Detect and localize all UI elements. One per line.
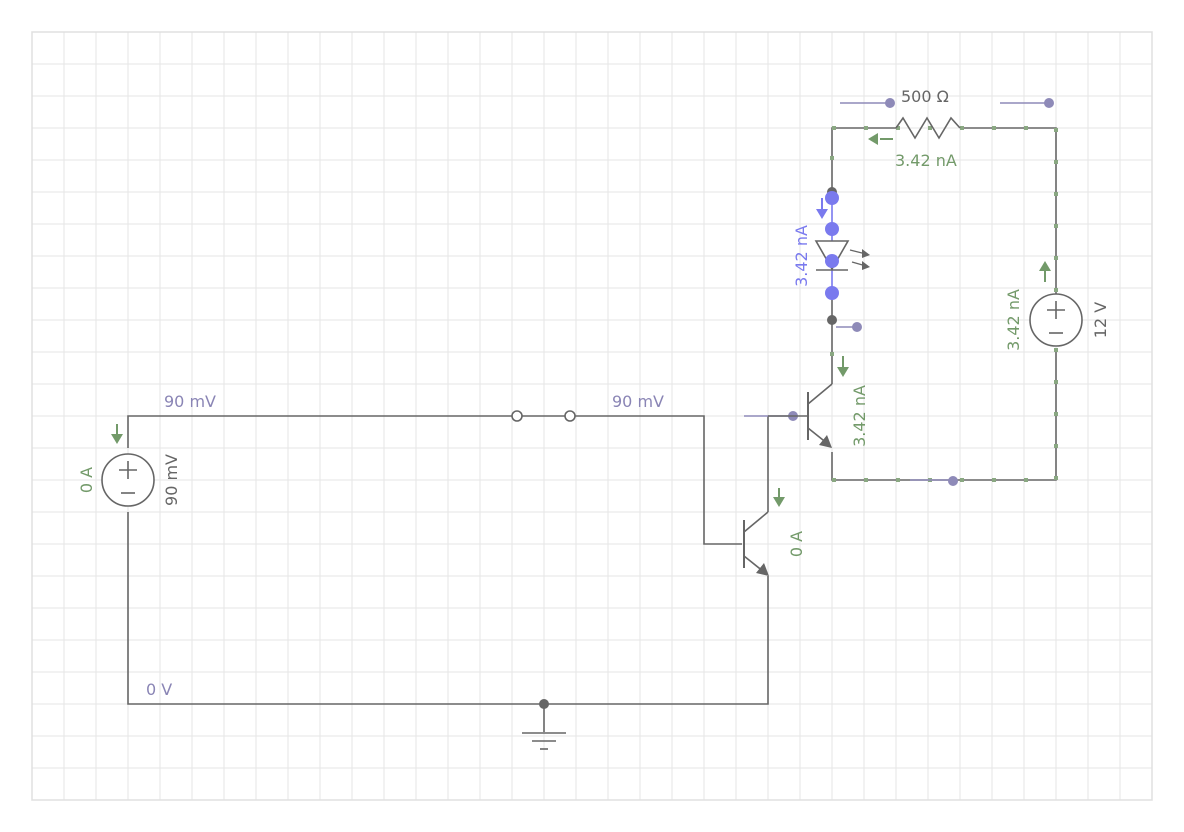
current-arrow-icon [773, 488, 785, 507]
circuit-canvas[interactable]: 90 mV 90 mV 0 V 500 Ω 3.42 nA 0 A 90 mV … [0, 0, 1184, 832]
current-arrow-icon [1039, 261, 1051, 282]
current-arrow-icon [837, 356, 849, 377]
source-left-current-label: 0 A [77, 467, 96, 493]
lower-transistor-current-label: 0 A [787, 531, 806, 557]
transistor-lower[interactable] [743, 488, 785, 576]
ground-icon[interactable] [522, 699, 566, 750]
upper-transistor-current-label: 3.42 nA [850, 385, 869, 447]
transistor-upper[interactable] [768, 356, 849, 448]
current-arrow-icon [868, 133, 893, 145]
source-right-voltage-label: 12 V [1091, 302, 1110, 338]
voltage-label-ground: 0 V [146, 680, 172, 699]
voltage-label-left-node: 90 mV [164, 392, 216, 411]
voltage-label-mid-node: 90 mV [612, 392, 664, 411]
resistor-value-label: 500 Ω [901, 87, 949, 106]
resistor-current-label: 3.42 nA [895, 151, 957, 170]
source-right-current-label: 3.42 nA [1004, 289, 1023, 351]
source-left-voltage-label: 90 mV [162, 454, 181, 506]
light-emission-icon [849, 249, 870, 270]
current-arrow-icon [111, 424, 123, 444]
led-current-label: 3.42 nA [792, 225, 811, 287]
resistor[interactable] [868, 116, 961, 145]
